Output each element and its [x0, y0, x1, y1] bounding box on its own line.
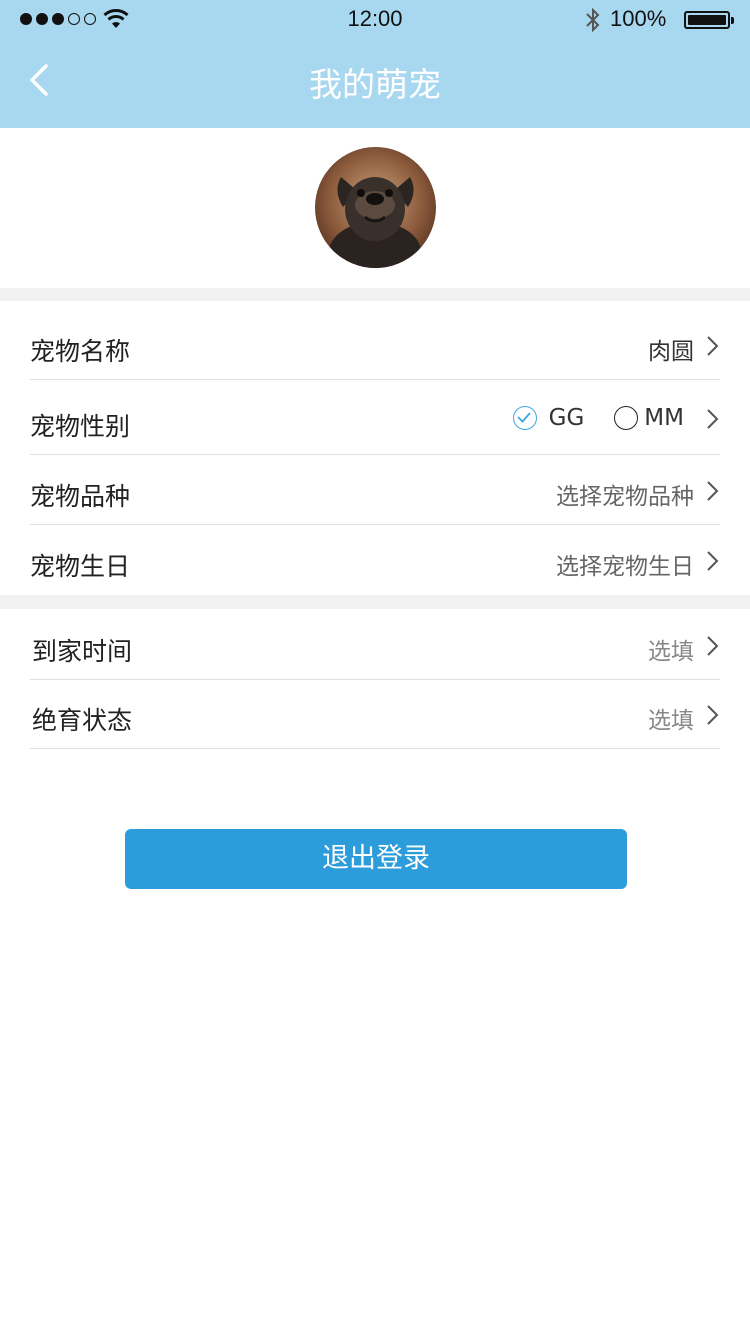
pet-name-label: 宠物名称 [30, 337, 131, 366]
radio-empty-icon [614, 406, 639, 430]
battery-percentage: 100% [610, 6, 667, 31]
pet-breed-value: 选择宠物品种 [556, 484, 694, 510]
status-bar: 12:00 100% [0, 0, 750, 40]
avatar-section [0, 128, 750, 288]
nav-bar: 我的萌宠 [0, 40, 750, 128]
arrival-time-label: 到家时间 [32, 637, 133, 666]
chevron-right-icon [707, 705, 719, 725]
bluetooth-icon [586, 7, 600, 33]
gender-options: GG MM [512, 405, 684, 431]
pet-photo [315, 147, 436, 268]
pet-breed-label: 宠物品种 [30, 482, 131, 511]
pet-gender-row: 宠物性别 GG MM [30, 385, 720, 455]
chevron-right-icon [707, 551, 719, 571]
pet-avatar[interactable] [315, 147, 436, 268]
section-divider [0, 595, 750, 609]
pet-breed-row[interactable]: 宠物品种 选择宠物品种 [30, 455, 720, 525]
gender-mm-label: MM [644, 405, 684, 431]
pet-name-value: 肉圆 [648, 339, 694, 365]
pet-birthday-label: 宠物生日 [30, 552, 131, 581]
checkmark-icon [512, 406, 537, 430]
neuter-status-row[interactable]: 绝育状态 选填 [30, 679, 720, 749]
pet-birthday-row[interactable]: 宠物生日 选择宠物生日 [30, 525, 720, 595]
gender-gg-label: GG [548, 405, 585, 431]
page-title: 我的萌宠 [309, 65, 441, 104]
pet-birthday-value: 选择宠物生日 [556, 554, 694, 580]
neuter-status-label: 绝育状态 [32, 706, 133, 735]
pet-gender-label: 宠物性别 [30, 412, 131, 441]
logout-button[interactable]: 退出登录 [125, 829, 627, 889]
gender-option-mm[interactable]: MM [614, 405, 684, 431]
arrival-time-row[interactable]: 到家时间 选填 [30, 610, 720, 680]
chevron-right-icon [707, 636, 719, 656]
section-divider [0, 288, 750, 301]
chevron-right-icon [707, 409, 719, 429]
arrival-time-value: 选填 [648, 639, 694, 665]
gender-option-gg[interactable]: GG [512, 405, 585, 431]
header: 12:00 100% 我的萌宠 [0, 0, 750, 128]
battery-icon [684, 11, 734, 29]
chevron-right-icon [707, 336, 719, 356]
chevron-right-icon [707, 481, 719, 501]
pet-name-row[interactable]: 宠物名称 肉圆 [30, 310, 720, 380]
neuter-status-value: 选填 [648, 708, 694, 734]
